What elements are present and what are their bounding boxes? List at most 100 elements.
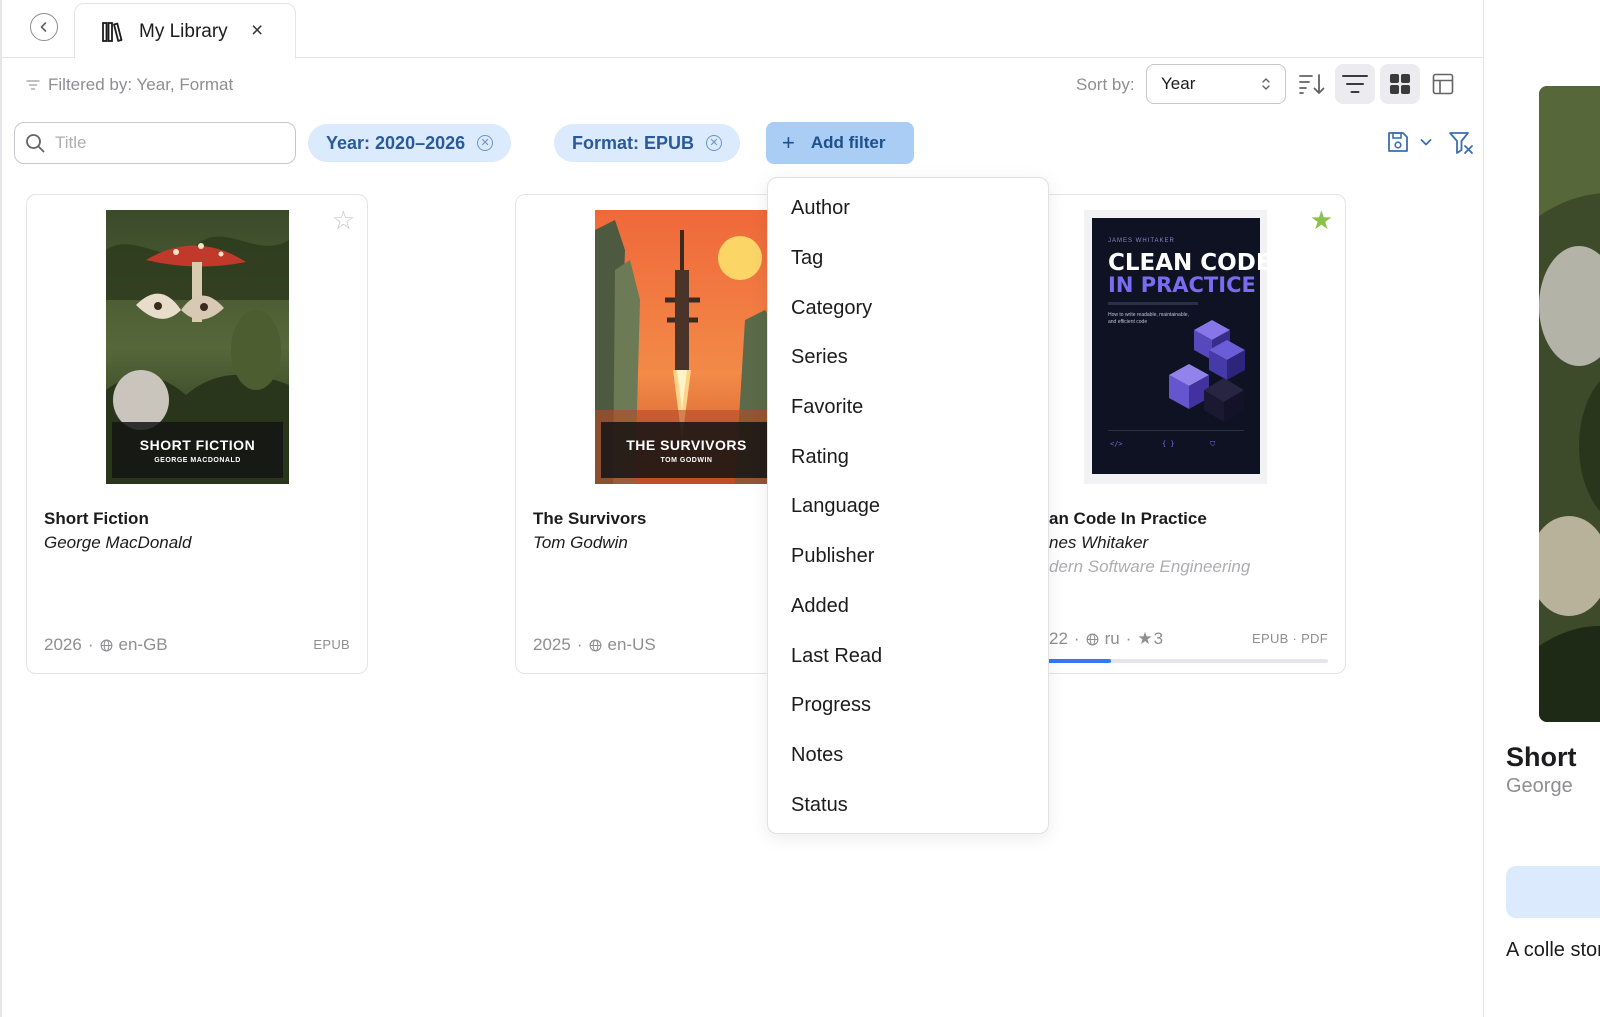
filter-menu-item-series[interactable]: Series: [768, 333, 1048, 383]
globe-icon: [589, 639, 601, 651]
filter-menu-item-tag[interactable]: Tag: [768, 234, 1048, 284]
sort-order-button[interactable]: [1292, 64, 1332, 104]
table-view-button[interactable]: [1423, 64, 1463, 104]
shield-glyph: ⛉: [1210, 440, 1216, 448]
separator-dot: ·: [1073, 629, 1080, 648]
filter-chip-label: Year: 2020–2026: [326, 132, 466, 153]
cover-subtitle: How to write readable, maintainable,: [1108, 312, 1189, 318]
filter-menu-item-last-read[interactable]: Last Read: [768, 631, 1048, 681]
plus-icon: +: [782, 130, 795, 155]
book-card[interactable]: JAMES WHITAKER CLEAN CODE IN PRACTICE Ho…: [1004, 194, 1346, 674]
filter-menu-item-favorite[interactable]: Favorite: [768, 383, 1048, 433]
cover-title: SHORT FICTION: [139, 436, 256, 453]
save-filter-button[interactable]: [1386, 130, 1432, 154]
filter-menu-item-category[interactable]: Category: [768, 283, 1048, 333]
book-format: EPUB: [313, 637, 350, 652]
book-cover: JAMES WHITAKER CLEAN CODE IN PRACTICE Ho…: [1084, 210, 1267, 484]
book-card[interactable]: SHORT FICTION GEORGE MACDONALD ☆ Short F…: [26, 194, 368, 674]
updown-chevron-icon: [1262, 78, 1270, 90]
book-author: nes Whitaker: [1049, 533, 1149, 552]
chevron-left-icon: [40, 22, 47, 32]
detail-description: A colle stories: [1506, 939, 1600, 961]
book-author: George MacDonald: [44, 533, 192, 552]
book-rating: 3: [1153, 629, 1164, 648]
cover-author: GEORGE MACDONALD: [154, 456, 241, 464]
filter-menu-item-status[interactable]: Status: [768, 780, 1048, 830]
filter-menu-item-language[interactable]: Language: [768, 482, 1048, 532]
book-language: ru: [1104, 629, 1120, 648]
filter-chip-year[interactable]: Year: 2020–2026 ✕: [308, 124, 512, 162]
globe-icon: [100, 639, 112, 651]
detail-book-title: Short: [1506, 742, 1577, 772]
globe-icon: [1086, 633, 1099, 645]
filter-chip-format[interactable]: Format: EPUB ✕: [554, 124, 741, 162]
sort-select[interactable]: Year: [1146, 64, 1286, 104]
library-books-icon: [102, 22, 123, 42]
cover-title-band: SHORT FICTION GEORGE MACDONALD: [112, 422, 283, 478]
grid-icon: [1390, 74, 1410, 94]
remove-filter-icon[interactable]: ✕: [477, 135, 494, 151]
book-language: en-US: [607, 635, 656, 654]
book-year: 22: [1049, 629, 1068, 648]
filter-menu-item-rating[interactable]: Rating: [768, 432, 1048, 482]
library-main-panel: My Library × Filtered by: Year, Format S…: [0, 0, 1484, 1017]
book-meta: 22 · ru · ★ 3: [1049, 629, 1163, 649]
chevron-down-icon: [1420, 139, 1432, 146]
toolbar: Filtered by: Year, Format Sort by: Year: [2, 58, 1483, 110]
book-format: EPUB · PDF: [1252, 631, 1328, 646]
cover-title-line2: IN PRACTICE: [1108, 273, 1256, 297]
tab-title: My Library: [139, 21, 228, 42]
filter-lines-icon: [26, 80, 40, 90]
detail-read-button[interactable]: [1506, 866, 1600, 918]
tab-close-button[interactable]: ×: [251, 20, 263, 42]
filter-menu-item-added[interactable]: Added: [768, 582, 1048, 632]
separator-dot: ·: [576, 635, 583, 654]
favorite-star-icon[interactable]: ★: [1310, 207, 1333, 233]
filter-menu-item-notes[interactable]: Notes: [768, 731, 1048, 781]
reading-progress-bar: [1022, 659, 1328, 663]
cover-subtitle-2: and efficient code: [1108, 319, 1147, 325]
save-icon: [1388, 132, 1408, 152]
add-filter-label: Add filter: [810, 133, 886, 152]
book-meta: 2026 · en-GB: [44, 635, 168, 655]
book-year: 2026: [44, 635, 82, 654]
book-detail-panel: Short George A colle stories: [1485, 0, 1600, 1017]
detail-cover-illustration: [1539, 86, 1600, 722]
back-button[interactable]: [30, 13, 58, 41]
sort-by-label: Sort by:: [1076, 75, 1135, 94]
filter-toggle-button[interactable]: [1335, 64, 1375, 104]
table-icon: [1432, 73, 1454, 95]
search-icon: [26, 134, 45, 153]
filter-menu-item-progress[interactable]: Progress: [768, 681, 1048, 731]
clear-filters-button[interactable]: [1448, 130, 1474, 161]
filter-lines-icon: [1342, 75, 1368, 93]
separator-dot: ·: [1125, 629, 1132, 648]
title-search-input[interactable]: [55, 133, 255, 153]
book-title: an Code In Practice: [1049, 509, 1207, 528]
book-series: dern Software Engineering: [1049, 557, 1251, 576]
filtered-by-indicator: Filtered by: Year, Format: [26, 75, 233, 95]
tab-my-library[interactable]: My Library ×: [74, 3, 296, 59]
book-year: 2025: [533, 635, 571, 654]
filter-menu-item-author[interactable]: Author: [768, 184, 1048, 234]
filter-menu-item-publisher[interactable]: Publisher: [768, 532, 1048, 582]
sort-descending-icon: [1299, 74, 1325, 94]
detail-cover: [1539, 86, 1600, 722]
code-glyph: </>: [1110, 440, 1123, 448]
cover-title-band: THE SURVIVORS TOM GODWIN: [601, 422, 772, 478]
favorite-star-icon[interactable]: ☆: [332, 207, 355, 233]
filter-chip-label: Format: EPUB: [572, 132, 695, 153]
rating-star-icon: ★: [1137, 629, 1153, 648]
detail-book-author: George: [1506, 775, 1573, 797]
remove-filter-icon[interactable]: ✕: [706, 135, 723, 151]
tab-bar: My Library ×: [2, 0, 1483, 59]
book-title: The Survivors: [533, 509, 647, 528]
title-search[interactable]: [14, 122, 296, 164]
add-filter-button[interactable]: + Add filter: [766, 122, 914, 164]
book-cover: THE SURVIVORS TOM GODWIN: [595, 210, 778, 484]
add-filter-menu: Author Tag Category Series Favorite Rating Lan…: [767, 177, 1049, 834]
brace-glyph: { }: [1162, 440, 1175, 448]
grid-view-button[interactable]: [1380, 64, 1420, 104]
cover-illustration: JAMES WHITAKER CLEAN CODE IN PRACTICE Ho…: [1092, 218, 1267, 474]
book-meta: 2025 · en-US: [533, 635, 656, 655]
